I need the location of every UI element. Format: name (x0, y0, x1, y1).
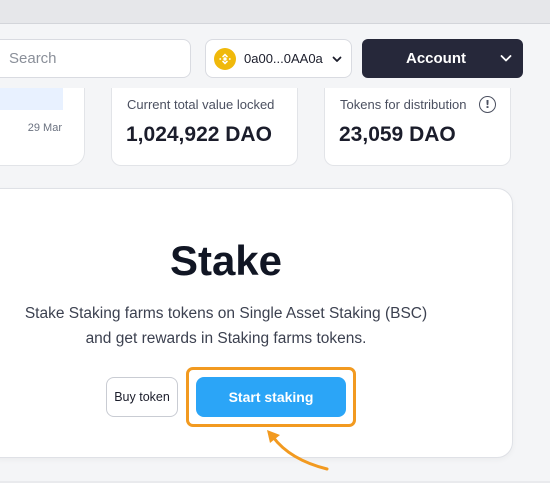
start-staking-button[interactable]: Start staking (196, 377, 346, 417)
search-box[interactable] (0, 39, 191, 78)
chart-area (0, 88, 63, 110)
distribution-label: Tokens for distribution (340, 97, 467, 112)
top-bar (0, 0, 550, 24)
chart-date-label: 29 Mar (27, 122, 62, 134)
account-button[interactable]: Account (362, 39, 523, 78)
distribution-card: Tokens for distribution ! 23,059 DAO (324, 88, 511, 166)
tvl-card: Current total value locked 1,024,922 DAO (111, 88, 298, 166)
account-label: Account (406, 50, 466, 67)
chart-card: 29 Mar (0, 88, 85, 166)
tvl-label: Current total value locked (127, 97, 275, 112)
search-input[interactable] (9, 50, 179, 67)
distribution-value: 23,059 DAO (339, 123, 456, 146)
buy-token-button[interactable]: Buy token (106, 377, 178, 417)
stake-card: Stake Stake Staking farms tokens on Sing… (0, 188, 513, 458)
wallet-address: 0a00...0AA0a (244, 51, 323, 66)
info-icon[interactable]: ! (479, 96, 496, 113)
stake-title: Stake (169, 237, 283, 284)
stake-description: Stake Staking farms tokens on Single Ass… (24, 305, 428, 347)
chevron-down-icon (331, 52, 343, 70)
pointer-arrow-icon (267, 430, 329, 471)
chevron-down-icon (499, 51, 513, 70)
wallet-selector[interactable]: 0a00...0AA0a (205, 39, 352, 78)
bnb-icon (214, 47, 236, 70)
tvl-value: 1,024,922 DAO (126, 123, 272, 146)
